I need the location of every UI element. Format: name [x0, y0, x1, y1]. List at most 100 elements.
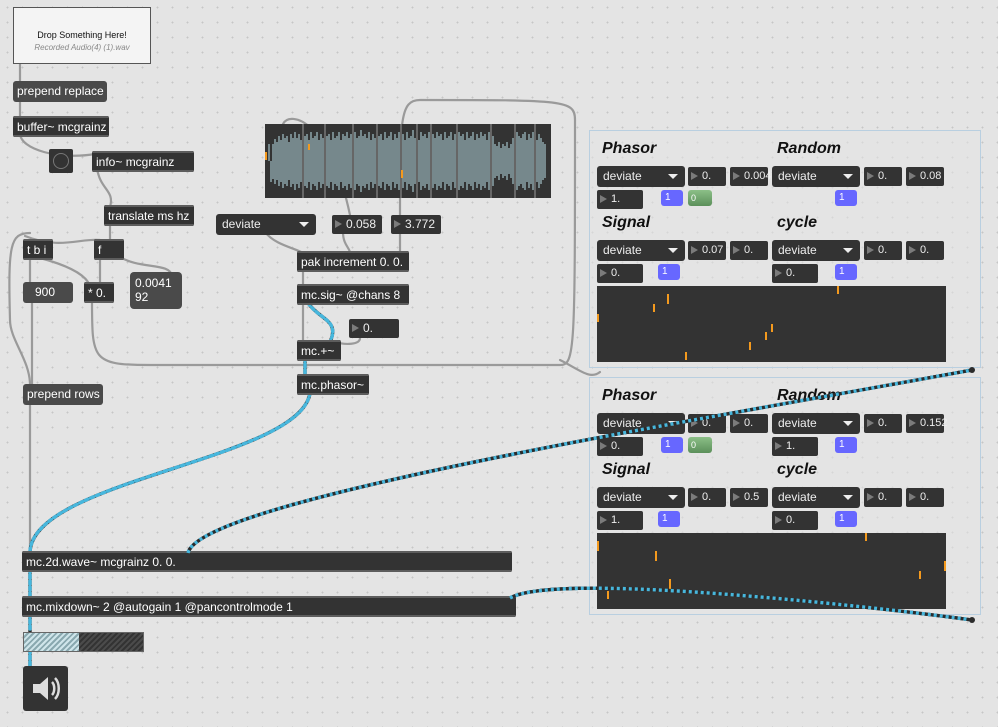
buffer-object[interactable]: buffer~ mcgrainz	[13, 116, 109, 137]
panel1-phasor-n2[interactable]: 0.004	[730, 167, 772, 186]
panel2-phasor-n2[interactable]: 0.	[730, 414, 768, 433]
panel2-random-n2[interactable]: 0.152	[906, 414, 948, 433]
scope-tick	[667, 294, 669, 304]
panel1-signal-n1[interactable]: 0.07	[688, 241, 726, 260]
panel1-scope	[597, 286, 946, 362]
panel1-cycle-n3[interactable]: 0.	[772, 264, 818, 283]
mc-2d-wave-object[interactable]: mc.2d.wave~ mcgrainz 0. 0.	[22, 551, 512, 572]
panel2-phasor-menu[interactable]: deviate	[597, 413, 685, 434]
panel2-cycle-n2[interactable]: 0.	[906, 488, 944, 507]
panel1-signal-n3[interactable]: 0.	[597, 264, 643, 283]
scope-tick	[655, 551, 657, 561]
panel1-signal-toggle[interactable]: 1	[658, 264, 680, 280]
bang-button[interactable]	[49, 149, 73, 173]
panel2-random-label: Random	[777, 387, 841, 404]
chevron-down-icon	[843, 421, 853, 426]
chevron-down-icon	[843, 248, 853, 253]
pak-object[interactable]: pak increment 0. 0.	[297, 251, 409, 272]
prepend-replace-object[interactable]: prepend replace	[13, 81, 107, 102]
scope-tick	[653, 304, 655, 312]
panel2-phasor-n1[interactable]: 0.	[688, 414, 726, 433]
readout-line-1: 0.0041	[135, 276, 172, 290]
panel2-cycle-toggle[interactable]: 1	[835, 511, 857, 527]
panel1-random-toggle[interactable]: 1	[835, 190, 857, 206]
level-meter	[23, 632, 144, 652]
scope-tick	[597, 314, 599, 322]
panel2-signal-n3[interactable]: 1.	[597, 511, 643, 530]
panel2-phasor-toggle[interactable]: 1	[661, 437, 683, 453]
menu-label: deviate	[778, 243, 817, 257]
panel2-phasor-toggle2[interactable]: 0	[688, 437, 712, 453]
panel1-cycle-n2[interactable]: 0.	[906, 241, 944, 260]
scope-tick	[944, 561, 946, 571]
panel2-signal-n1[interactable]: 0.	[688, 488, 726, 507]
bang-circle-icon	[53, 153, 69, 169]
scope-tick	[607, 591, 609, 599]
panel1-random-label: Random	[777, 140, 841, 157]
panel1-signal-menu[interactable]: deviate	[597, 240, 685, 261]
panel1-phasor-n3[interactable]: 1.	[597, 190, 643, 209]
menu-label: deviate	[603, 243, 642, 257]
chevron-down-icon	[668, 495, 678, 500]
increment-high-number[interactable]: 3.772	[391, 215, 441, 234]
panel1-random-menu[interactable]: deviate	[772, 166, 860, 187]
panel2-signal-label: Signal	[602, 461, 651, 478]
readout-message[interactable]: 0.0041 92	[130, 272, 182, 309]
panel2-phasor-n3[interactable]: 0.	[597, 437, 643, 456]
multiply-object[interactable]: * 0.	[84, 282, 114, 303]
panel2-signal-toggle[interactable]: 1	[658, 511, 680, 527]
panel1-phasor-toggle[interactable]: 1	[661, 190, 683, 206]
panel1-phasor-label: Phasor	[602, 140, 657, 157]
info-object[interactable]: info~ mcgrainz	[92, 151, 194, 172]
menu-label: deviate	[603, 169, 642, 183]
deviate-menu-label: deviate	[222, 217, 261, 231]
float-object[interactable]: f	[94, 239, 124, 260]
scope-tick	[865, 533, 867, 541]
panel2-signal-menu[interactable]: deviate	[597, 487, 685, 508]
mc-sig-object[interactable]: mc.sig~ @chans 8	[297, 284, 409, 305]
panel2-random-n3[interactable]: 1.	[772, 437, 818, 456]
scope-tick	[685, 352, 687, 360]
panel2-random-menu[interactable]: deviate	[772, 413, 860, 434]
panel2-random-n1[interactable]: 0.	[864, 414, 902, 433]
panel1-random-n1[interactable]: 0.	[864, 167, 902, 186]
increment-low-number[interactable]: 0.058	[332, 215, 382, 234]
panel1-signal-n2[interactable]: 0.	[730, 241, 768, 260]
level-meter-rest	[78, 633, 143, 651]
panel2-cycle-n1[interactable]: 0.	[864, 488, 902, 507]
mc-plus-object[interactable]: mc.+~	[297, 340, 341, 361]
prepend-rows-object[interactable]: prepend rows	[23, 384, 103, 405]
panel2-random-toggle[interactable]: 1	[835, 437, 857, 453]
offset-number[interactable]: 0.	[349, 319, 399, 338]
panel1-signal-label: Signal	[602, 214, 651, 231]
scope-tick	[669, 579, 671, 589]
panel1-cycle-n1[interactable]: 0.	[864, 241, 902, 260]
panel1-cycle-label: cycle	[777, 214, 818, 231]
panel1-phasor-toggle2[interactable]: 0	[688, 190, 712, 206]
drop-zone-title: Drop Something Here!	[37, 30, 127, 40]
panel2-phasor-label: Phasor	[602, 387, 657, 404]
nine-hundred-message[interactable]: 900	[23, 282, 73, 303]
drop-zone[interactable]: Drop Something Here! Recorded Audio(4) (…	[13, 7, 151, 64]
panel1-random-n2[interactable]: 0.08	[906, 167, 944, 186]
chevron-down-icon	[299, 222, 309, 227]
panel1-phasor-n1[interactable]: 0.	[688, 167, 726, 186]
panel2-cycle-menu[interactable]: deviate	[772, 487, 860, 508]
drop-zone-filename: Recorded Audio(4) (1).wav	[34, 43, 130, 52]
speaker-icon	[33, 677, 60, 700]
panel2-cycle-n3[interactable]: 0.	[772, 511, 818, 530]
translate-object[interactable]: translate ms hz	[104, 205, 194, 226]
panel1-phasor-menu[interactable]: deviate	[597, 166, 685, 187]
waveform-display[interactable]	[265, 124, 551, 198]
mc-phasor-object[interactable]: mc.phasor~	[297, 374, 369, 395]
panel1-cycle-menu[interactable]: deviate	[772, 240, 860, 261]
trigger-object[interactable]: t b i	[23, 239, 53, 260]
scope-tick	[837, 286, 839, 294]
panel2-scope	[597, 533, 946, 609]
scope-tick	[771, 324, 773, 332]
mc-mixdown-object[interactable]: mc.mixdown~ 2 @autogain 1 @pancontrolmod…	[22, 596, 516, 617]
panel1-cycle-toggle[interactable]: 1	[835, 264, 857, 280]
panel2-signal-n2[interactable]: 0.5	[730, 488, 768, 507]
dac-speaker-button[interactable]	[23, 666, 68, 711]
deviate-menu-main[interactable]: deviate	[216, 214, 316, 235]
